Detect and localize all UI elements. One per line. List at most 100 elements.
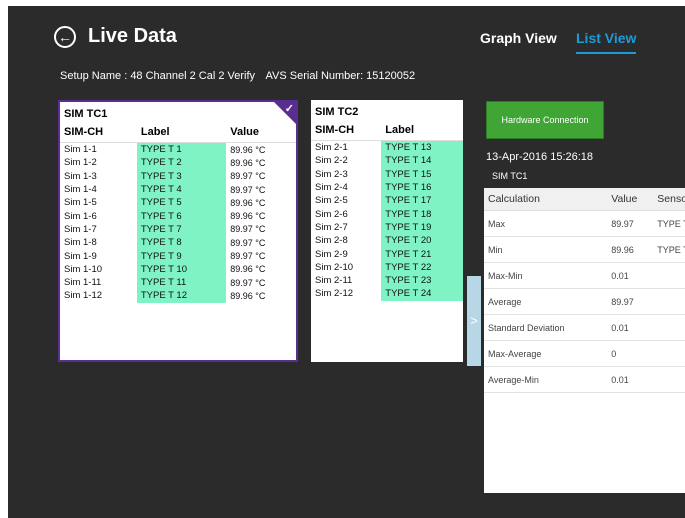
table-cell: TYPE T 12 <box>136 289 227 303</box>
column-header: Value <box>226 122 296 143</box>
table-cell: Max <box>484 210 608 237</box>
table-row[interactable]: Sim 1-10 TYPE T 10 89.96 °C <box>60 262 296 276</box>
sim-tc2-panel[interactable]: SIM TC2 SIM-CH Label Sim 2-1 TYPE T 13 Sim… <box>311 100 463 362</box>
table-row[interactable]: Sim 1-5 TYPE T 5 89.96 °C <box>60 196 296 210</box>
table-cell: Max-Min <box>484 262 608 289</box>
table-cell: Sim 1-2 <box>64 157 97 169</box>
table-cell <box>653 314 685 341</box>
table-row[interactable]: Sim 2-8 TYPE T 20 <box>311 234 463 248</box>
table-row[interactable]: Sim 2-5 TYPE T 17 <box>311 194 463 208</box>
table-cell: Sim 2-9 <box>315 248 348 260</box>
table-cell: TYPE T 6 <box>136 209 227 223</box>
column-header: SIM-CH <box>60 122 137 143</box>
table-cell: TYPE T 1 <box>136 142 227 157</box>
table-row[interactable]: Sim 2-2 TYPE T 14 <box>311 154 463 168</box>
table-row[interactable]: Min89.96TYPE T 12' <box>484 236 685 263</box>
table-cell: TYPE T 11 <box>136 275 227 290</box>
table-row[interactable]: Max89.97TYPE T 3' <box>484 210 685 237</box>
table-row[interactable]: Sim 2-9 TYPE T 21 <box>311 247 463 261</box>
table-cell <box>653 262 685 289</box>
table-row[interactable]: Sim 2-12 TYPE T 24 <box>311 287 463 301</box>
column-header: SIM-CH <box>311 120 382 141</box>
table-cell: 89.97 <box>607 210 654 237</box>
table-cell: Average <box>484 288 608 315</box>
channel-table: SIM-CH Label Sim 2-1 TYPE T 13 Sim 2-2 TYPE… <box>311 120 463 301</box>
table-cell: TYPE T 10 <box>136 262 227 276</box>
table-cell: 0.01 <box>607 366 654 393</box>
table-cell: 0.01 <box>607 314 654 341</box>
table-cell: Sim 2-1 <box>315 142 348 154</box>
table-cell: 89.96 °C <box>230 264 266 275</box>
table-row[interactable]: Sim 2-1 TYPE T 13 <box>311 140 463 155</box>
table-row[interactable]: Sim 1-12 TYPE T 12 89.96 °C <box>60 289 296 303</box>
table-row[interactable]: Sim 1-9 TYPE T 9 89.97 °C <box>60 249 296 263</box>
table-row[interactable]: Sim 1-4 TYPE T 4 89.97 °C <box>60 182 296 197</box>
table-row[interactable]: Sim 2-4 TYPE T 16 <box>311 180 463 195</box>
channel-table: SIM-CH Label Value Sim 1-1 TYPE T 1 89.96 … <box>60 122 296 303</box>
table-cell: 89.96 <box>607 236 654 263</box>
table-row[interactable]: Average 89.97 <box>484 288 685 315</box>
table-row[interactable]: Sim 1-2 TYPE T 2 89.96 °C <box>60 156 296 170</box>
table-cell: 89.97 °C <box>230 171 266 182</box>
table-cell: Sim 1-11 <box>64 277 102 289</box>
table-cell: 89.96 °C <box>230 290 266 301</box>
table-cell: TYPE T 23 <box>381 273 463 288</box>
table-cell: Sim 1-5 <box>64 197 97 209</box>
app-window: ← Live Data Graph View List View Setup N… <box>8 6 685 518</box>
column-header: Sensor <box>653 188 685 211</box>
table-row[interactable]: Sim 2-3 TYPE T 15 <box>311 167 463 181</box>
table-row[interactable]: Standard Deviation 0.01 <box>484 314 685 341</box>
table-cell: TYPE T 8 <box>136 236 227 250</box>
table-row[interactable]: Sim 1-1 TYPE T 1 89.96 °C <box>60 142 296 157</box>
table-cell: TYPE T 2 <box>136 156 227 170</box>
selected-module-label: SIM TC1 <box>492 171 528 181</box>
table-row[interactable]: Sim 1-11 TYPE T 11 89.97 °C <box>60 275 296 290</box>
table-cell: TYPE T 15 <box>381 167 463 181</box>
table-cell: Sim 1-6 <box>64 210 97 222</box>
tab-graph-view[interactable]: Graph View <box>480 30 557 46</box>
table-cell: 89.97 °C <box>230 277 266 288</box>
table-cell: 89.96 °C <box>230 157 266 168</box>
expand-panel-button[interactable]: > <box>467 276 481 366</box>
table-cell: Average-Min <box>484 366 608 393</box>
back-arrow-icon[interactable]: ← <box>54 26 76 48</box>
statistics-grid: Calculation Value Sensor U Max89.97TYPE … <box>484 188 685 493</box>
column-header: Label <box>381 120 463 141</box>
table-row[interactable]: Max-Min 0.01 <box>484 262 685 289</box>
panel-title: SIM TC1 <box>64 108 108 120</box>
table-row[interactable]: Sim 1-7 TYPE T 7 89.97 °C <box>60 222 296 237</box>
table-cell: TYPE T 19 <box>381 220 463 235</box>
table-cell <box>653 288 685 315</box>
table-cell: Standard Deviation <box>484 314 608 341</box>
table-row[interactable]: Sim 2-6 TYPE T 18 <box>311 207 463 221</box>
tab-list-view[interactable]: List View <box>576 30 637 54</box>
table-cell: TYPE T 12 <box>653 236 685 263</box>
table-cell: 0.01 <box>607 262 654 289</box>
table-cell: Sim 2-5 <box>315 195 348 207</box>
table-row[interactable]: Sim 2-11 TYPE T 23 <box>311 273 463 288</box>
table-cell: TYPE T 7 <box>136 222 227 237</box>
table-row[interactable]: Average-Min 0.01 <box>484 366 685 393</box>
table-row[interactable]: Max-Average 0 <box>484 340 685 367</box>
table-cell: TYPE T 18 <box>381 207 463 221</box>
table-cell: Sim 2-6 <box>315 208 348 220</box>
table-row[interactable]: Sim 1-6 TYPE T 6 89.96 °C <box>60 209 296 223</box>
hardware-connection-button[interactable]: Hardware Connection <box>486 101 604 139</box>
table-row[interactable]: Sim 2-10 TYPE T 22 <box>311 260 463 274</box>
table-cell <box>653 366 685 393</box>
table-cell: Sim 2-8 <box>315 235 348 247</box>
table-cell: Min <box>484 236 608 263</box>
table-row[interactable]: Sim 1-8 TYPE T 8 89.97 °C <box>60 236 296 250</box>
table-cell: TYPE T 4 <box>136 182 227 197</box>
table-row[interactable]: Sim 2-7 TYPE T 19 <box>311 220 463 235</box>
panel-title: SIM TC2 <box>315 106 359 118</box>
table-cell: TYPE T 21 <box>381 247 463 261</box>
table-cell: TYPE T 13 <box>381 140 463 155</box>
table-cell: TYPE T 3 <box>136 169 227 183</box>
table-row[interactable]: Sim 1-3 TYPE T 3 89.97 °C <box>60 169 296 183</box>
table-cell: 89.97 °C <box>230 184 266 195</box>
page-title: Live Data <box>88 25 177 47</box>
table-cell: Sim 2-3 <box>315 168 348 180</box>
table-cell: Sim 2-11 <box>315 275 353 287</box>
sim-tc1-panel[interactable]: ✓ SIM TC1 SIM-CH Label Value Sim 1-1 TYPE… <box>58 100 298 362</box>
